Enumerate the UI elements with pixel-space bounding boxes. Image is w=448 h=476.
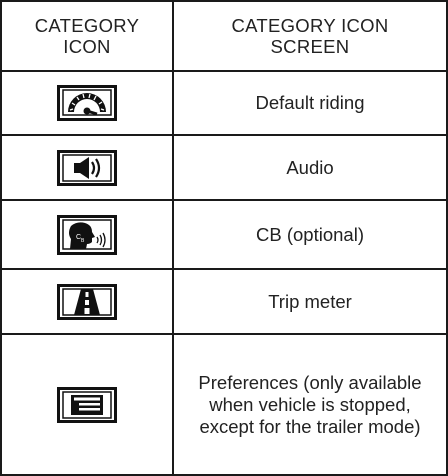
icon-cell xyxy=(0,268,174,335)
table-row: C B CB (optional) xyxy=(0,199,448,270)
header-category-icon: CATEGORY ICON xyxy=(0,0,174,72)
header-category-icon-screen: CATEGORY ICON SCREEN xyxy=(172,0,448,72)
category-icon-table: CATEGORY ICON CATEGORY ICON SCREEN Defau… xyxy=(0,0,448,476)
description-cell: Trip meter xyxy=(172,268,448,335)
icon-cell xyxy=(0,70,174,136)
description-cell: Preferences (only available when vehicle… xyxy=(172,333,448,476)
description-cell: Default riding xyxy=(172,70,448,136)
speedometer-icon xyxy=(57,85,117,121)
icon-cell: C B xyxy=(0,199,174,270)
description-cell: CB (optional) xyxy=(172,199,448,270)
header-row: CATEGORY ICON CATEGORY ICON SCREEN xyxy=(0,0,448,72)
table-row: Trip meter xyxy=(0,268,448,335)
cb-talking-head-icon: C B xyxy=(57,214,117,255)
road-icon xyxy=(57,283,117,320)
speaker-icon xyxy=(57,149,117,186)
category-icon-table-container: CATEGORY ICON CATEGORY ICON SCREEN Defau… xyxy=(0,0,448,476)
table-row: Audio xyxy=(0,134,448,201)
preferences-list-icon xyxy=(57,386,117,423)
icon-cell xyxy=(0,134,174,201)
table-row: Preferences (only available when vehicle… xyxy=(0,333,448,476)
table-row: Default riding xyxy=(0,70,448,136)
description-cell: Audio xyxy=(172,134,448,201)
icon-cell xyxy=(0,333,174,476)
